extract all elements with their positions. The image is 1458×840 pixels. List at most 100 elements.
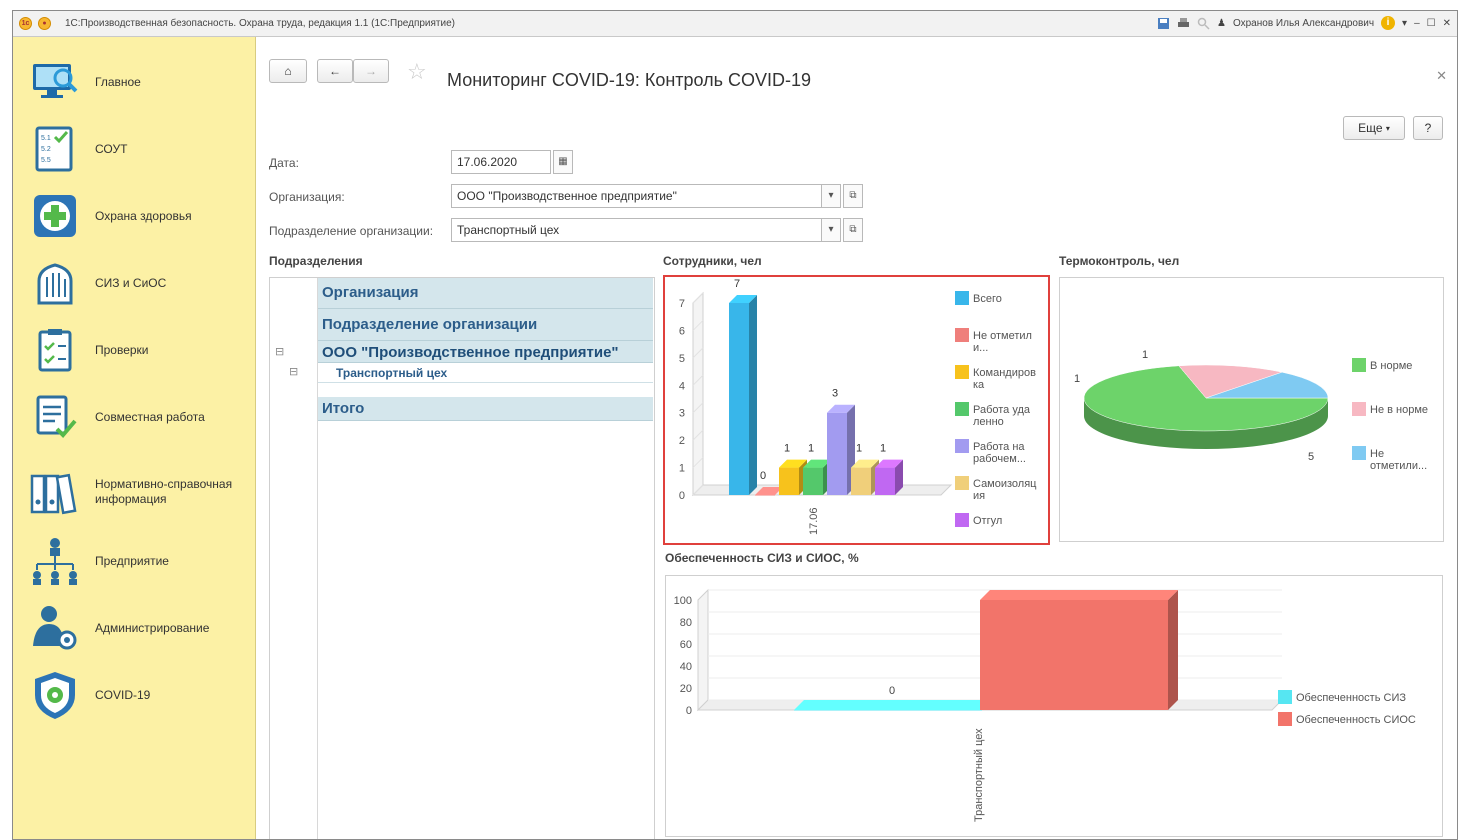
sidebar-item-reference[interactable]: Нормативно-справочная информация <box>29 463 251 521</box>
bar-4 <box>827 404 855 495</box>
sidebar-item-enterprise[interactable]: Предприятие <box>29 532 251 590</box>
legend-label: Всего <box>973 293 1002 305</box>
home-button[interactable]: ⌂ <box>269 59 307 83</box>
print-icon[interactable] <box>1177 17 1190 30</box>
tree-divider <box>318 382 653 383</box>
organization-field[interactable]: ООО "Производственное предприятие" <box>451 184 823 208</box>
menu-icon[interactable]: ● <box>38 17 51 30</box>
sidebar-item-collaboration[interactable]: Совместная работа <box>29 388 251 446</box>
save-icon[interactable] <box>1157 17 1170 30</box>
organization-open-icon[interactable]: ⧉ <box>843 184 863 208</box>
pie-value-label: 5 <box>1308 451 1314 463</box>
legend-label: Самоизоляц <box>973 478 1037 490</box>
sidebar-item-health[interactable]: Охрана здоровья <box>29 187 251 245</box>
x-tick-label: 17.06 <box>808 507 820 535</box>
department-dropdown-icon[interactable]: ▾ <box>821 218 841 242</box>
close-icon[interactable]: ✕ <box>1443 18 1451 29</box>
forward-button[interactable]: → <box>353 59 389 83</box>
bar-0 <box>729 295 757 495</box>
search-icon[interactable] <box>1197 17 1210 30</box>
close-form-icon[interactable]: ✕ <box>1436 68 1447 84</box>
data-label: 1 <box>856 443 862 455</box>
minimize-icon[interactable]: – <box>1414 18 1420 29</box>
legend-label: Обеспеченность СИОС <box>1296 714 1416 726</box>
data-label: 0 <box>889 685 895 697</box>
legend-label: Обеспеченность СИЗ <box>1296 692 1406 704</box>
svg-text:5.5: 5.5 <box>41 157 51 164</box>
sidebar-item-ppe[interactable]: СИЗ и СиОС <box>29 254 251 312</box>
sidebar-item-admin[interactable]: Администрирование <box>29 599 251 657</box>
sidebar-item-sout[interactable]: 5.1 5.2 5.5 СОУТ <box>29 120 251 178</box>
y-tick-label: 3 <box>679 408 685 420</box>
clipboard-check-icon <box>29 324 81 376</box>
y-tick-label: 80 <box>680 617 692 629</box>
organization-dropdown-icon[interactable]: ▾ <box>821 184 841 208</box>
tree-total-band <box>318 397 653 421</box>
back-button[interactable]: ← <box>317 59 353 83</box>
svg-text:5.2: 5.2 <box>41 146 51 153</box>
y-tick-label: 60 <box>680 639 692 651</box>
collapse-dept-icon[interactable]: ⊟ <box>289 365 298 378</box>
departments-tree: Организация Подразделение организации ⊟ … <box>269 277 655 839</box>
tree-dept-row[interactable]: Транспортный цех <box>336 366 447 380</box>
bar-5 <box>851 459 879 495</box>
chevron-down-icon[interactable]: ▾ <box>1402 18 1407 29</box>
ppe-chart: 0 20 40 60 80 100 0 Транспортный цех Обеспеченно… <box>674 588 1416 822</box>
sidebar-item-covid[interactable]: COVID-19 <box>29 666 251 724</box>
y-tick-label: 1 <box>679 463 685 475</box>
legend-swatch <box>955 402 969 416</box>
legend-label: Не отметил <box>973 330 1032 342</box>
data-label: 3 <box>832 388 838 400</box>
user-name[interactable]: Охранов Илья Александрович <box>1233 18 1374 29</box>
legend-swatch <box>955 365 969 379</box>
legend-label: ленно <box>973 416 1004 428</box>
legend-swatch <box>1352 446 1366 460</box>
pie-value-label: 1 <box>1142 349 1148 361</box>
data-label: 0 <box>760 470 766 482</box>
admin-gear-icon <box>29 602 81 654</box>
legend-label: В норме <box>1370 360 1412 372</box>
sidebar-item-main[interactable]: Главное <box>29 53 251 111</box>
organization-label: Организация: <box>269 190 345 204</box>
department-open-icon[interactable]: ⧉ <box>843 218 863 242</box>
maximize-icon[interactable]: ☐ <box>1427 18 1436 29</box>
arrow-right-icon: → <box>365 64 377 78</box>
info-icon[interactable]: i <box>1381 16 1396 30</box>
legend-swatch <box>955 328 969 342</box>
legend-swatch <box>1278 712 1292 726</box>
chart-backwall <box>697 588 709 712</box>
data-label: 1 <box>808 443 814 455</box>
y-tick-label: 7 <box>679 298 685 310</box>
collapse-org-icon[interactable]: ⊟ <box>275 345 284 358</box>
favorite-star-icon[interactable]: ☆ <box>407 59 427 85</box>
bar-6 <box>875 459 903 495</box>
bar-3 <box>803 459 831 495</box>
more-button[interactable]: Еще ▾ <box>1343 116 1405 140</box>
page-title: Мониторинг COVID-19: Контроль COVID-19 <box>447 70 812 90</box>
employees-chart: 0 1 2 3 4 5 6 7 7 0 1 1 3 1 1 17.06 Всего Не отметили... К… <box>679 278 1037 535</box>
sidebar-item-inspections[interactable]: Проверки <box>29 321 251 379</box>
app-window: 1с ● 1С:Производственная безопасность. О… <box>12 10 1458 840</box>
date-field[interactable]: 17.06.2020 <box>451 150 551 174</box>
data-label: 7 <box>734 278 740 290</box>
medical-cross-icon <box>29 190 81 242</box>
x-tick-label: Транспортный цех <box>973 728 985 822</box>
calendar-icon[interactable]: ▦ <box>553 150 573 174</box>
legend-swatch <box>955 513 969 527</box>
employees-chart-title: Сотрудники, чел <box>663 254 762 268</box>
date-label: Дата: <box>269 156 299 170</box>
help-button[interactable]: ? <box>1413 116 1443 140</box>
tree-org-row[interactable]: ООО "Производственное предприятие" <box>322 344 619 361</box>
data-label: 1 <box>880 443 886 455</box>
tree-col-org: Организация <box>322 284 419 301</box>
legend-swatch <box>955 439 969 453</box>
y-tick-label: 4 <box>679 380 685 392</box>
tree-vline <box>317 278 318 839</box>
legend-label: Работа на <box>973 441 1025 453</box>
department-field[interactable]: Транспортный цех <box>451 218 823 242</box>
thermo-chart-panel: 5 1 1 В норме Не в норме Не отметили... <box>1059 277 1444 542</box>
bar-1 <box>980 590 1178 710</box>
svg-text:5.1: 5.1 <box>41 135 51 142</box>
window-title: 1С:Производственная безопасность. Охрана… <box>65 18 455 29</box>
thermo-chart-title: Термоконтроль, чел <box>1059 254 1180 268</box>
